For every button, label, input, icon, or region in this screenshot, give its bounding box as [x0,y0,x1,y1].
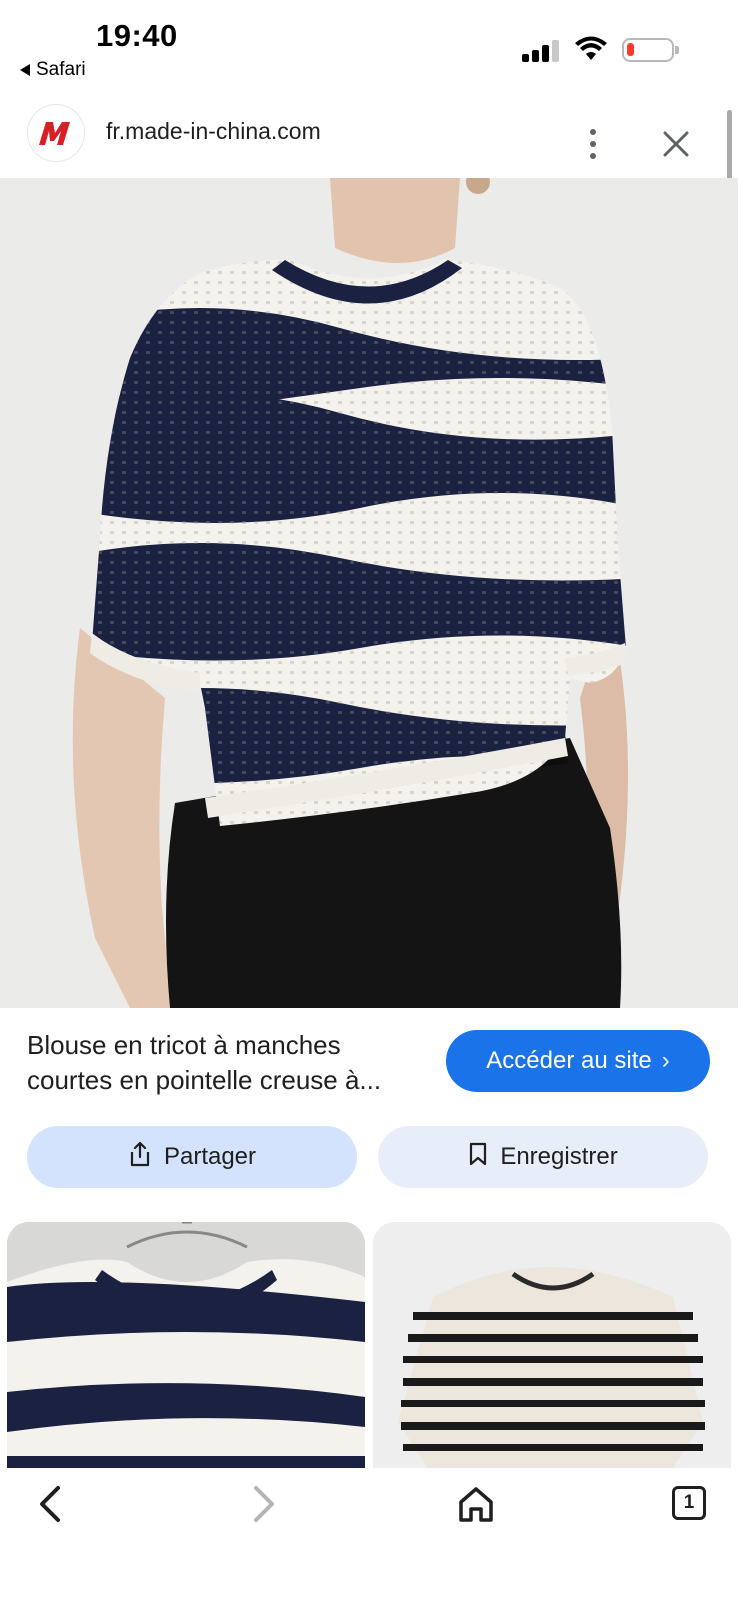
more-vert-icon[interactable] [580,126,606,162]
back-triangle-icon [20,64,30,76]
back-to-safari-link[interactable]: Safari [20,59,86,81]
product-image[interactable] [0,178,738,1008]
black-white-striped-knit-top-photo [373,1222,731,1468]
save-label: Enregistrer [500,1143,618,1170]
bookmark-icon [468,1141,488,1174]
made-in-china-logo-icon [27,104,85,162]
status-time: 19:40 [96,18,178,53]
lens-result-header: fr.made-in-china.com [0,100,738,178]
cellular-signal-icon [522,40,562,62]
save-button[interactable]: Enregistrer [378,1126,708,1188]
navy-white-wavy-knit-top-photo [7,1222,365,1468]
tabs-count-icon[interactable]: 1 [672,1486,706,1520]
status-bar: 19:40 Safari [0,0,738,100]
related-result[interactable] [7,1222,365,1468]
visit-site-label: Accéder au site [486,1047,652,1074]
share-label: Partager [163,1143,257,1170]
wifi-icon [574,36,608,62]
forward-arrow-icon[interactable] [246,1482,282,1526]
close-icon[interactable] [660,128,692,160]
browser-bottom-nav: 1 [0,1468,738,1600]
battery-icon [622,38,679,62]
related-result[interactable] [373,1222,731,1468]
back-arrow-icon[interactable] [32,1482,68,1526]
striped-knit-blouse-photo [0,178,738,1008]
product-title[interactable]: Blouse en tricot à manches courtes en po… [27,1028,427,1098]
back-app-label: Safari [36,59,86,80]
site-url[interactable]: fr.made-in-china.com [106,118,321,145]
share-icon [128,1141,152,1174]
share-button[interactable]: Partager [27,1126,357,1188]
chevron-right-icon: › [661,1047,670,1074]
home-icon[interactable] [456,1482,496,1526]
visit-site-button[interactable]: Accéder au site › [446,1030,710,1092]
